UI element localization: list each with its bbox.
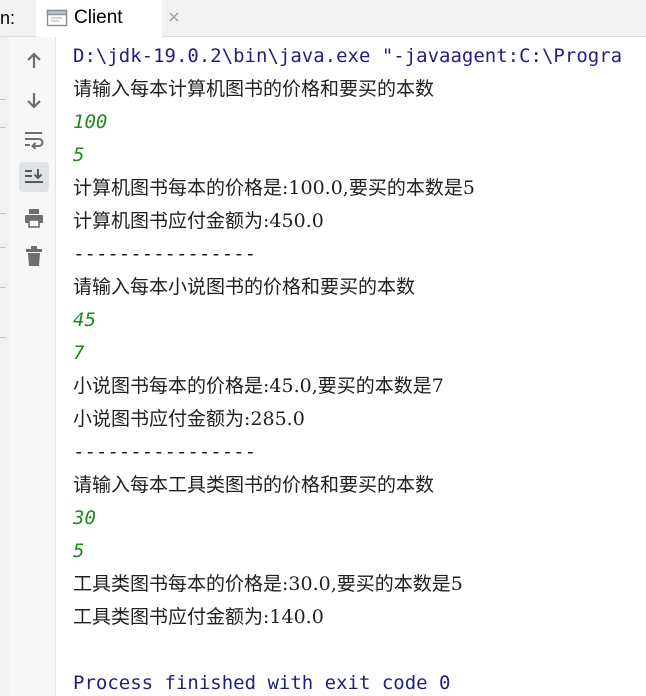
console-line-exit-status: Process finished with exit code 0 [73,672,451,694]
console-line-prompt: 请输入每本工具类图书的价格和要买的本数 [73,474,435,496]
console-line-prompt: 请输入每本计算机图书的价格和要买的本数 [73,78,435,100]
console-line-prompt: 请输入每本小说图书的价格和要买的本数 [73,276,416,298]
gutter-marker [0,99,6,100]
gutter-marker [0,213,6,214]
trash-icon[interactable] [19,241,49,271]
soft-wrap-icon[interactable] [19,124,49,154]
tab-bar: n: Client × [0,0,646,37]
console-line-output: 计算机图书应付金额为:450.0 [73,210,324,232]
console-tab-icon [46,8,68,28]
gutter-marker [0,337,6,338]
run-panel-label: n: [0,8,16,28]
left-edge-gutter [0,37,10,696]
scroll-to-end-icon[interactable] [19,162,49,192]
tab-title: Client [74,7,123,28]
console-line-input: 5 [73,144,85,166]
gutter-marker [0,247,6,248]
arrow-down-icon[interactable] [19,85,49,115]
console-line-output: 小说图书应付金额为:285.0 [73,408,305,430]
console-line-input: 45 [73,309,96,331]
console-line-input: 30 [73,507,96,529]
console-line-output: 小说图书每本的价格是:45.0,要买的本数是7 [73,375,444,397]
console-line-input: 100 [73,111,108,133]
console-line-command: D:\jdk-19.0.2\bin\java.exe "-javaagent:C… [73,45,623,67]
console-line-output: 工具类图书应付金额为:140.0 [73,606,324,628]
console-line-separator: ---------------- [73,243,257,265]
arrow-up-icon[interactable] [19,46,49,76]
console-line-input: 7 [73,342,85,364]
console-line-separator: ---------------- [73,441,257,463]
print-icon[interactable] [19,203,49,233]
console-line-input: 5 [73,540,85,562]
gutter-marker [0,127,6,128]
gutter-marker [0,287,6,288]
console-line-output: 工具类图书每本的价格是:30.0,要买的本数是5 [73,573,463,595]
tab-client[interactable]: Client × [36,0,181,37]
console-line-output: 计算机图书每本的价格是:100.0,要买的本数是5 [73,177,475,199]
console-toolbar [10,37,56,696]
console-output[interactable]: D:\jdk-19.0.2\bin\java.exe "-javaagent:C… [56,37,646,696]
close-tab-icon[interactable]: × [164,7,184,27]
